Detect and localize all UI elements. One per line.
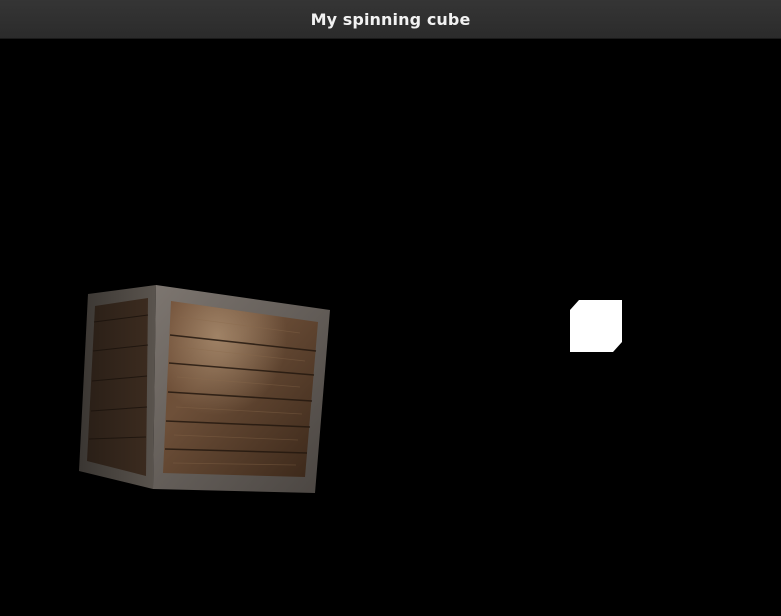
window-title: My spinning cube [310, 9, 471, 29]
light-source-cube-face [570, 300, 622, 352]
cube-side-panel [87, 298, 148, 476]
wooden-crate-cube [79, 285, 330, 493]
render-viewport[interactable] [0, 39, 781, 616]
app-window: My spinning cube [0, 0, 781, 616]
title-bar[interactable]: My spinning cube [0, 0, 781, 39]
scene-canvas [79, 285, 622, 493]
